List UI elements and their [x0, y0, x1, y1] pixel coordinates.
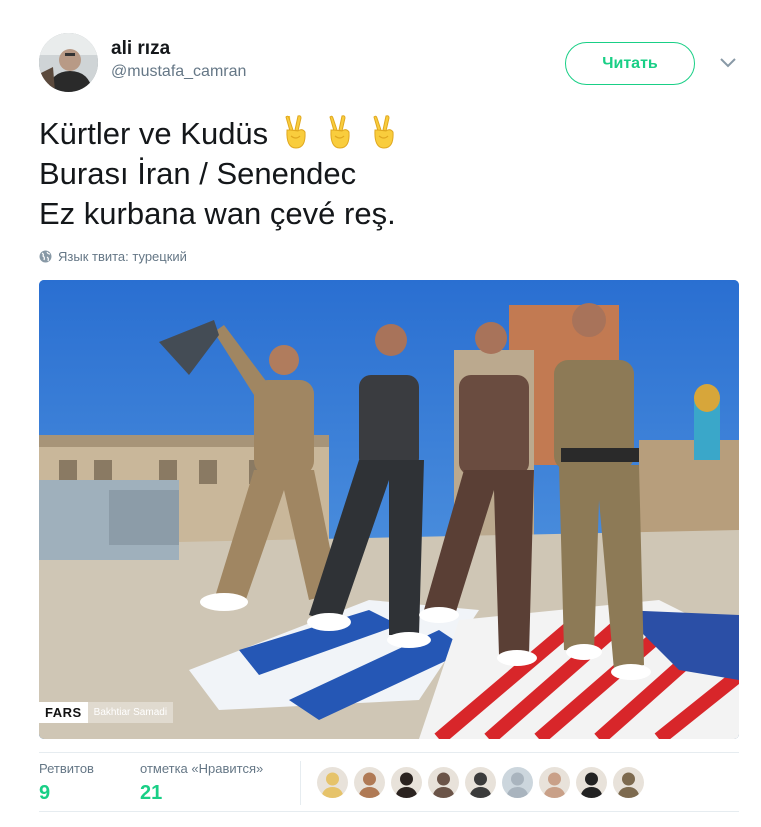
- watermark-author: Bakhtiar Samadi: [87, 702, 174, 723]
- liker-avatar[interactable]: [317, 767, 348, 798]
- photo-illustration: [39, 280, 739, 739]
- tweet-line-text: Kürtler ve Kudüs: [39, 116, 269, 151]
- liker-avatar[interactable]: [391, 767, 422, 798]
- liker-avatar[interactable]: [576, 767, 607, 798]
- liker-avatar[interactable]: [428, 767, 459, 798]
- language-label: Язык твита: турецкий: [58, 249, 187, 264]
- tweet-language: Язык твита: турецкий: [39, 249, 187, 264]
- tweet-line: Kürtler ve Kudüs: [39, 114, 739, 154]
- retweets-count: 9: [39, 782, 51, 804]
- liker-avatar[interactable]: [465, 767, 496, 798]
- follow-button[interactable]: Читать: [565, 42, 695, 85]
- likes-count: 21: [140, 782, 163, 804]
- tweet-stats: Ретвитов 9 отметка «Нравится» 21: [39, 752, 739, 812]
- photo-watermark: FARS Bakhtiar Samadi: [39, 702, 174, 723]
- liker-avatar[interactable]: [539, 767, 570, 798]
- likers-list: [317, 767, 644, 798]
- liker-avatar[interactable]: [613, 767, 644, 798]
- stats-divider: [300, 761, 301, 805]
- victory-hand-icon: [285, 115, 306, 149]
- tweet-line: Burası İran / Senendec: [39, 156, 357, 191]
- retweets-stat[interactable]: Ретвитов 9: [39, 761, 94, 806]
- chevron-down-icon[interactable]: [719, 55, 737, 69]
- liker-avatar[interactable]: [354, 767, 385, 798]
- tweet-line: Ez kurbana wan çevé reş.: [39, 196, 396, 231]
- user-handle[interactable]: @mustafa_camran: [111, 61, 246, 83]
- victory-hand-icon: [329, 115, 350, 149]
- globe-icon: [39, 250, 52, 263]
- likes-label: отметка «Нравится»: [140, 761, 264, 776]
- tweet-photo[interactable]: FARS Bakhtiar Samadi: [39, 280, 739, 739]
- user-avatar[interactable]: [39, 33, 98, 92]
- victory-hand-icon: [373, 115, 394, 149]
- watermark-brand: FARS: [39, 702, 88, 723]
- retweets-label: Ретвитов: [39, 761, 94, 776]
- likes-stat[interactable]: отметка «Нравится» 21: [140, 761, 263, 806]
- display-name[interactable]: ali rıza: [111, 37, 246, 61]
- tweet-text: Kürtler ve Kudüs Burası İran / Senendec …: [39, 114, 739, 234]
- liker-avatar[interactable]: [502, 767, 533, 798]
- tweet-header: ali rıza @mustafa_camran Читать: [39, 33, 739, 93]
